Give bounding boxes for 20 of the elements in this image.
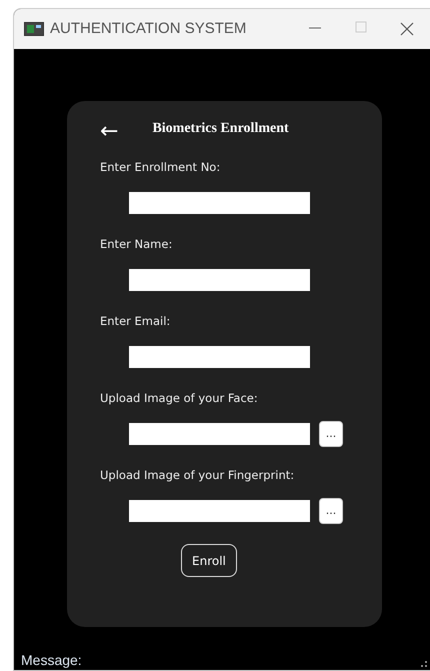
browse-button[interactable]: ... [319, 498, 343, 524]
message-label: Message: [21, 653, 82, 667]
back-button[interactable]: ← [100, 121, 118, 143]
input-field[interactable] [129, 346, 310, 368]
input-field[interactable] [129, 268, 310, 290]
field-label: Enter Email: [100, 313, 172, 329]
browse-button[interactable]: ... [319, 420, 343, 446]
resize-grip-icon [420, 660, 428, 668]
close-icon[interactable] [399, 21, 415, 37]
field-label: Enter Enrollment No: [100, 159, 222, 175]
file-path-field[interactable] [129, 500, 310, 522]
form-title: Biometrics Enrollment [152, 120, 289, 138]
field-label: Enter Name: [100, 236, 174, 252]
input-field[interactable] [129, 192, 310, 214]
field-label: Upload Image of your Face: [100, 390, 259, 406]
file-path-field[interactable] [129, 422, 310, 444]
app-icon [24, 22, 44, 36]
enroll-button[interactable]: Enroll [181, 544, 237, 577]
window-title: AUTHENTICATION SYSTEM [50, 18, 246, 39]
field-label: Upload Image of your Fingerprint: [100, 467, 296, 483]
